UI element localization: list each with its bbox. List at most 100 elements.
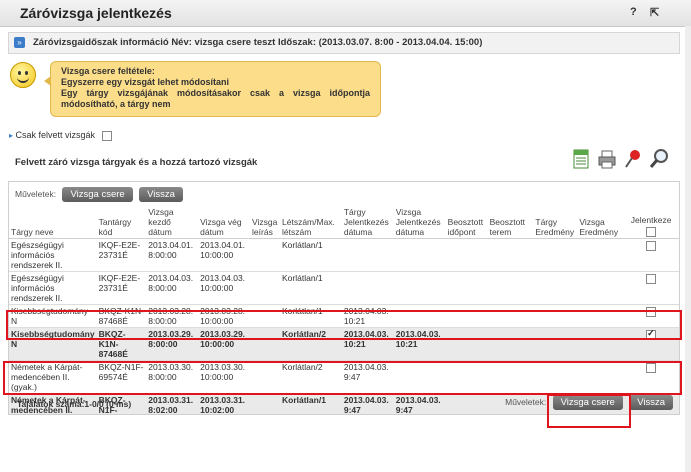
empty-cell xyxy=(445,271,488,305)
cell-exam-date xyxy=(393,304,446,328)
section-title: Felvett záró vizsga tárgyak és a hozzá t… xyxy=(15,157,258,168)
notice-line: módosítható, a tárgy nem xyxy=(61,99,171,109)
column-header[interactable]: Tárgy Jelentkezés dátuma xyxy=(341,206,394,239)
cell-end: 2013.03.31. 10:02:00 xyxy=(198,393,251,414)
exam-grid-panel: Műveletek: Vizsga csere Vissza Tárgy nev… xyxy=(8,181,680,415)
cell-subj-date xyxy=(341,271,394,305)
empty-cell xyxy=(577,327,624,361)
column-header[interactable]: Vizsga Jelentkezés dátuma xyxy=(393,206,446,239)
column-header[interactable]: Beosztott időpont xyxy=(445,206,488,239)
only-registered-checkbox[interactable] xyxy=(101,130,112,141)
cell-end: 2013.03.28. 10:00:00 xyxy=(198,304,251,328)
column-header[interactable]: Vizsga leírás xyxy=(250,206,280,239)
empty-cell xyxy=(445,360,488,394)
register-checkbox[interactable] xyxy=(646,306,657,317)
register-checkbox[interactable] xyxy=(646,362,657,373)
exam-swap-button[interactable]: Vizsga csere xyxy=(62,187,133,202)
empty-cell xyxy=(487,304,534,328)
cell-end: 2013.04.01. 10:00:00 xyxy=(198,238,251,272)
table-row[interactable]: Németek a Kárpát-medencében II. (gyak.)B… xyxy=(9,360,679,394)
cell-desc xyxy=(250,238,280,272)
empty-cell xyxy=(487,271,534,305)
table-row[interactable]: Kisebbségtudomány N BKQZ-K1N-87468É 2013.0… xyxy=(9,304,679,328)
empty-cell xyxy=(445,327,488,361)
toolbar-icons xyxy=(571,148,669,170)
empty-cell xyxy=(487,327,534,361)
column-header[interactable]: Tantárgy kód xyxy=(96,206,147,239)
exam-table: Tárgy neve Tantárgy kód Vizsga kezdő dátum… xyxy=(9,206,679,414)
cell-subj-date: 2013.04.03. 10:21 xyxy=(341,327,394,361)
cell-start: 2013.04.01. 8:00:00 xyxy=(146,238,199,272)
register-checkbox[interactable] xyxy=(646,240,657,251)
notice-title: Vizsga csere feltétele: xyxy=(61,66,155,76)
select-all-checkbox[interactable] xyxy=(646,227,657,237)
period-info-bar: » Záróvizsgaidőszak információ Név: vizs… xyxy=(8,32,680,54)
print-icon[interactable] xyxy=(597,148,617,170)
results-count: Találatok száma:1-0/0 (0 ms) xyxy=(17,399,132,409)
cell-start: 2013.04.03. 8:00:00 xyxy=(146,271,199,305)
cell-subj-date: 2013.04.03. 9:47 xyxy=(341,360,394,394)
column-header[interactable]: Vizsga vég dátum xyxy=(198,206,251,239)
column-header[interactable]: Beosztott terem xyxy=(487,206,534,239)
empty-cell xyxy=(445,393,488,414)
empty-cell xyxy=(533,271,578,305)
popout-icon[interactable]: ⇱ xyxy=(650,6,659,19)
cell-end: 2013.03.30. 10:00:00 xyxy=(198,360,251,394)
cell-subj-date: 2013.04.03. 9:47 xyxy=(341,393,394,414)
window-titlebar: Záróvizsga jelentkezés ? ⇱ xyxy=(0,0,691,27)
cell-name: Németek a Kárpát-medencében II. (gyak.) xyxy=(9,360,97,394)
cell-desc xyxy=(250,304,280,328)
back-button[interactable]: Vissza xyxy=(139,187,183,202)
empty-cell xyxy=(577,304,624,328)
notice-line: Egy tárgy vizsgájának módosításakor csak… xyxy=(61,88,370,98)
column-header[interactable]: Vizsga Eredmény xyxy=(577,206,624,239)
cell-code: IKQF-E2E-23731É xyxy=(96,238,147,272)
empty-cell xyxy=(533,360,578,394)
column-header[interactable]: Létszám/Max. létszám xyxy=(280,206,342,239)
table-row[interactable]: Egészségügyi információs rendszerek II. I… xyxy=(9,271,679,305)
cell-count: Korlátlan/2 xyxy=(280,360,342,394)
cell-start: 2013.03.29. 8:00:00 xyxy=(146,327,199,361)
empty-cell xyxy=(577,238,624,272)
help-icon[interactable]: ? xyxy=(630,6,637,18)
cell-exam-date xyxy=(393,360,446,394)
filter-label: Csak felvett vizsgák xyxy=(15,130,96,140)
period-info-text: Záróvizsgaidőszak információ Név: vizsga… xyxy=(33,37,483,48)
cell-register xyxy=(623,271,679,305)
operations-label: Műveletek: xyxy=(15,189,57,199)
column-header[interactable]: Tárgy Eredmény xyxy=(533,206,578,239)
footer-operations: Műveletek: Vizsga csere Vissza xyxy=(505,395,673,410)
table-row[interactable]: Egészségügyi információs rendszerek II. I… xyxy=(9,238,679,272)
register-checkbox[interactable] xyxy=(646,328,657,340)
cell-register xyxy=(623,327,679,361)
cell-desc xyxy=(250,327,280,361)
column-header[interactable]: Tárgy neve xyxy=(9,206,97,239)
cell-register xyxy=(623,304,679,328)
column-header[interactable]: Vizsga kezdő dátum xyxy=(146,206,199,239)
cell-count: Korlátlan/1 xyxy=(280,271,342,305)
cell-code: IKQF-E2E-23731É xyxy=(96,271,147,305)
excel-export-icon[interactable] xyxy=(571,148,591,170)
cell-code: BKQZ-N1F-69574É xyxy=(96,360,147,394)
cell-start: 2013.03.30. 8:00:00 xyxy=(146,360,199,394)
back-button-bottom[interactable]: Vissza xyxy=(629,395,673,410)
exam-swap-button-bottom[interactable]: Vizsga csere xyxy=(552,395,623,410)
scrollbar[interactable] xyxy=(685,26,691,472)
cell-exam-date: 2013.04.03. 10:21 xyxy=(393,327,446,361)
empty-cell xyxy=(577,271,624,305)
cell-desc xyxy=(250,271,280,305)
empty-cell xyxy=(533,304,578,328)
search-icon[interactable] xyxy=(649,148,669,170)
notice-bubble: Vizsga csere feltétele: Egyszerre egy vi… xyxy=(44,61,381,117)
expand-icon[interactable]: » xyxy=(14,37,25,48)
cell-start: 2013.03.31. 8:02:00 xyxy=(146,393,199,414)
empty-cell xyxy=(487,238,534,272)
pin-icon[interactable] xyxy=(623,148,643,170)
empty-cell xyxy=(577,360,624,394)
smiley-icon xyxy=(10,62,36,88)
column-header[interactable]: Jelentkeze xyxy=(623,206,679,239)
cell-name: Kisebbségtudomány N xyxy=(9,304,97,328)
table-row[interactable]: Kisebbségtudomány N BKQZ-K1N-87468É 2013.0… xyxy=(9,327,679,361)
cell-count: Korlátlan/1 xyxy=(280,238,342,272)
register-checkbox[interactable] xyxy=(646,273,657,284)
